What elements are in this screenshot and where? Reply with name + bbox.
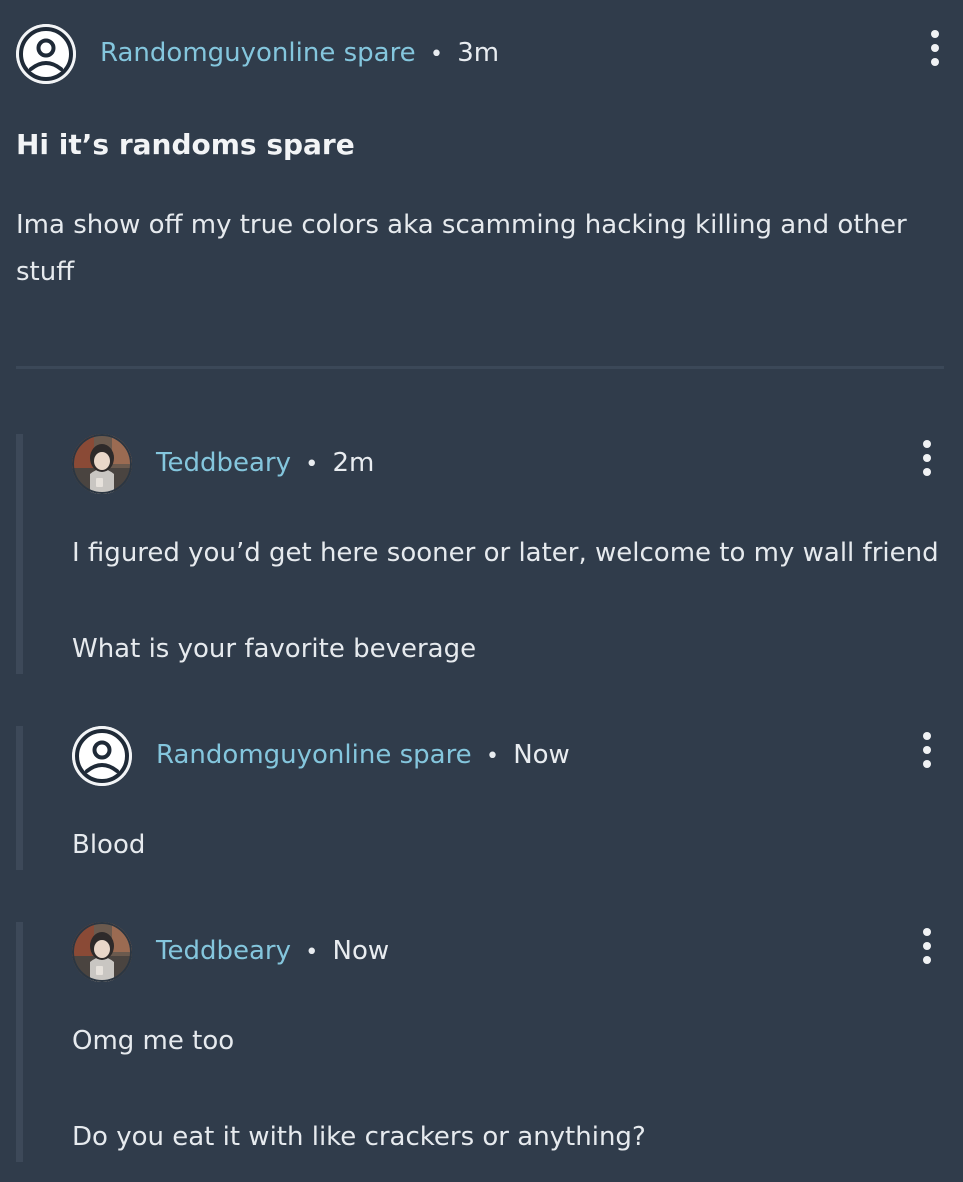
reply-timestamp: Now	[332, 936, 390, 966]
reply-author-link[interactable]: Teddbeary	[156, 936, 291, 966]
divider	[16, 366, 944, 369]
more-options-icon[interactable]	[918, 928, 936, 968]
reply-text: I figured you’d get here sooner or later…	[72, 538, 939, 568]
thread-bar	[16, 922, 23, 1162]
more-options-icon[interactable]	[926, 30, 944, 70]
post-title: Hi it’s randoms spare	[16, 128, 355, 161]
meta-separator: •	[429, 42, 443, 67]
reply-item: Teddbeary • 2m I figured you’d get here …	[16, 434, 948, 674]
post-body: Ima show off my true colors aka scamming…	[16, 210, 907, 287]
reply-item: Teddbeary • Now Omg me too Do you eat it…	[16, 922, 948, 1162]
post-header: Randomguyonline spare • 3m	[16, 24, 948, 84]
thread-bar	[16, 434, 23, 674]
reply-header: Teddbeary • 2m	[72, 434, 948, 494]
thread-bar	[16, 726, 23, 870]
profile-photo[interactable]	[72, 922, 132, 982]
reply-author-link[interactable]: Randomguyonline spare	[156, 740, 472, 770]
reply-meta: Randomguyonline spare • Now	[156, 740, 570, 770]
more-options-icon[interactable]	[918, 440, 936, 480]
meta-separator: •	[305, 940, 319, 965]
reply-meta: Teddbeary • 2m	[156, 448, 374, 478]
default-user-icon[interactable]	[72, 726, 132, 786]
post-author-link[interactable]: Randomguyonline spare	[100, 38, 416, 68]
default-user-icon[interactable]	[16, 24, 76, 84]
profile-photo[interactable]	[72, 434, 132, 494]
meta-separator: •	[485, 744, 499, 769]
reply-timestamp: Now	[513, 740, 570, 770]
reply-text: Omg me too	[72, 1026, 235, 1056]
reply-header: Teddbeary • Now	[72, 922, 948, 982]
reply-text: Blood	[72, 830, 146, 860]
more-options-icon[interactable]	[918, 732, 936, 772]
reply-meta: Teddbeary • Now	[156, 936, 389, 966]
post-meta: Randomguyonline spare • 3m	[100, 38, 499, 68]
reply-text: Do you eat it with like crackers or anyt…	[72, 1122, 646, 1152]
reply-text: What is your favorite beverage	[72, 634, 477, 664]
reply-timestamp: 2m	[332, 448, 375, 478]
meta-separator: •	[305, 452, 319, 477]
post-timestamp: 3m	[457, 38, 500, 68]
reply-author-link[interactable]: Teddbeary	[156, 448, 291, 478]
reply-header: Randomguyonline spare • Now	[72, 726, 948, 786]
reply-item: Randomguyonline spare • Now Blood	[16, 726, 948, 870]
